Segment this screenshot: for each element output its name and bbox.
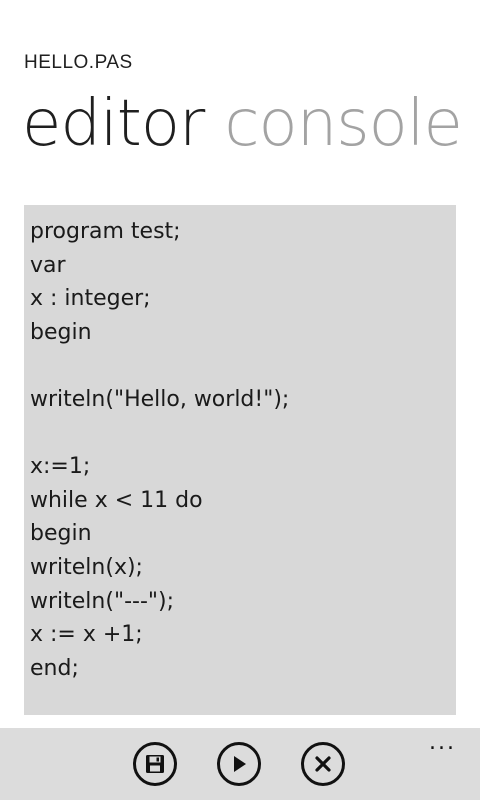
app-title: HELLO.PAS [24,52,133,73]
close-button[interactable] [301,742,345,786]
save-button[interactable] [133,742,177,786]
save-icon [144,753,166,775]
more-menu-button[interactable]: ... [429,732,456,754]
code-editor[interactable]: program test; var x : integer; begin wri… [24,205,456,715]
play-icon [229,754,249,774]
app-bar: ... [0,728,480,800]
code-line: writeln("---"); [30,588,174,614]
code-line: begin [30,319,92,345]
pivot-header: editor console [22,76,480,172]
code-line: program test; [30,219,181,244]
tab-console[interactable]: console [224,76,463,172]
code-line: x := x +1; [30,622,143,648]
close-icon [314,755,332,773]
code-line: begin [30,521,92,547]
code-line: end; [30,655,79,681]
code-line: while x < 11 do [30,487,203,513]
code-line: var [30,252,66,278]
run-button[interactable] [217,742,261,786]
code-line: x:=1; [30,454,91,480]
code-line: writeln(x); [30,554,143,580]
code-line: writeln("Hello, world!"); [30,386,290,412]
tab-editor[interactable]: editor [22,76,205,172]
code-line: x : integer; [30,286,151,312]
